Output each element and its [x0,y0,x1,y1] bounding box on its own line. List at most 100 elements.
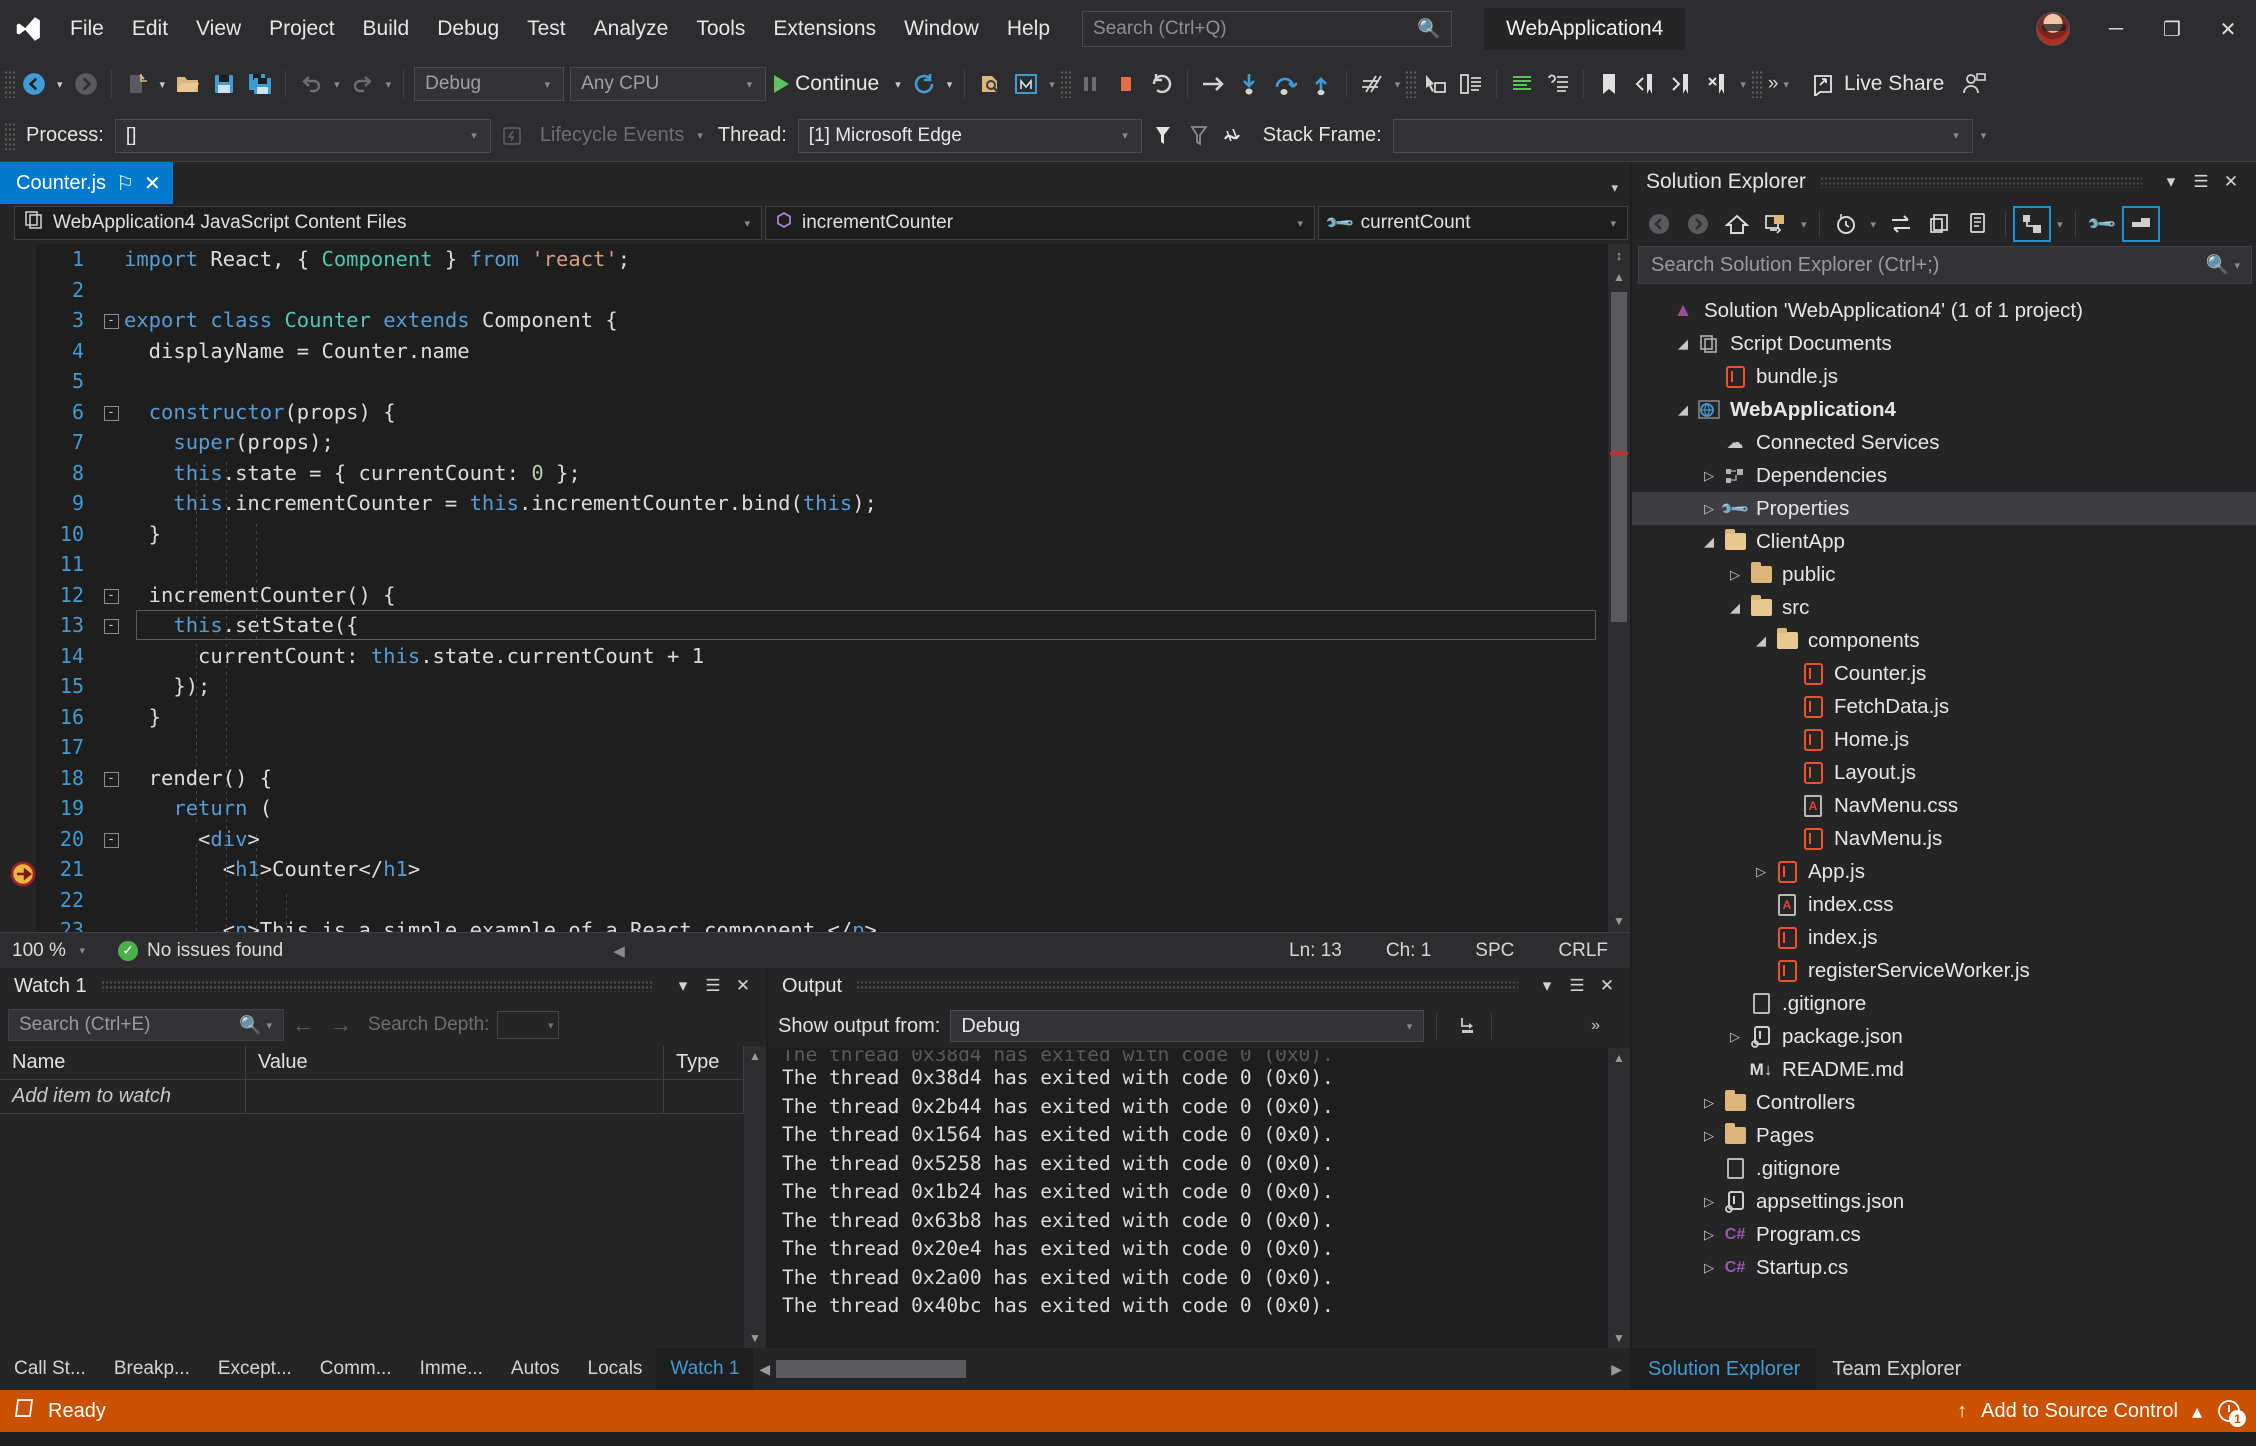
step-into-icon[interactable] [1231,64,1267,104]
tree-item-fetchdata-js[interactable]: FetchData.js [1632,690,2256,723]
user-avatar[interactable] [2036,12,2070,46]
tree-item-connected-services[interactable]: ☁ Connected Services [1632,426,2256,459]
continue-button[interactable]: Continue [769,64,890,104]
tab-locals[interactable]: Locals [574,1348,657,1390]
expander-icon[interactable]: ◢ [1672,336,1694,352]
code-line[interactable]: 9 this.incrementCounter = this.increment… [36,488,1630,519]
solution-configuration-combo[interactable]: Debug ▾ [414,67,565,101]
expander-icon[interactable]: ▷ [1724,1029,1746,1045]
stack-frame-combo[interactable]: ▾ [1392,118,1973,153]
toolbar-grip[interactable] [1750,70,1763,98]
output-horizontal-scrollbar[interactable]: ◀ ▶ [753,1348,1630,1390]
tree-item-app-js[interactable]: ▷ App.js [1632,855,2256,888]
continue-dropdown[interactable]: ▾ [890,78,906,91]
save-all-icon[interactable] [242,64,278,104]
nav-field-combo[interactable]: 🔧 currentCount ▾ [1318,206,1628,240]
expander-icon[interactable]: ▷ [1698,1227,1720,1243]
close-button[interactable]: ✕ [2200,0,2256,58]
scroll-up-arrow[interactable]: ▲ [1608,266,1630,288]
tree-item-startup-cs[interactable]: ▷ C# Startup.cs [1632,1251,2256,1284]
tab-exceptions[interactable]: Except... [204,1348,306,1390]
history-icon[interactable] [1827,206,1865,242]
live-share-button[interactable]: Live Share [1799,72,1956,96]
tree-item-webapplication4[interactable]: ◢ WebApplication4 [1632,393,2256,426]
hash-lines-icon[interactable] [1354,64,1390,104]
expander-icon[interactable]: ◢ [1698,534,1720,550]
tree-item-home-js[interactable]: Home.js [1632,723,2256,756]
code-line[interactable]: 12- incrementCounter() { [36,580,1630,611]
code-line[interactable]: 2 [36,275,1630,306]
tree-item-readme-md[interactable]: M↓ README.md [1632,1053,2256,1086]
menu-analyze[interactable]: Analyze [580,0,683,58]
pin-icon[interactable]: ☰ [2186,172,2216,192]
code-editor[interactable]: 1 import React, { Component } from 'react… [0,244,1630,932]
navigate-back-icon[interactable] [16,64,52,104]
menu-project[interactable]: Project [255,0,348,58]
tree-item-index-js[interactable]: index.js [1632,921,2256,954]
tree-item-package-json[interactable]: ▷ package.json [1632,1020,2256,1053]
menu-edit[interactable]: Edit [118,0,182,58]
menu-debug[interactable]: Debug [423,0,513,58]
menu-window[interactable]: Window [890,0,993,58]
tree-item-appsettings-json[interactable]: ▷ appsettings.json [1632,1185,2256,1218]
column-header-type[interactable]: Type [664,1046,744,1079]
zoom-level-combo[interactable]: 100 % ▾ [0,940,96,962]
bookmark-dropdown[interactable]: ▾ [1735,78,1751,91]
output-source-combo[interactable]: Debug ▾ [950,1010,1425,1042]
code-line[interactable]: 15 }); [36,671,1630,702]
toolbar-grip[interactable] [4,70,16,98]
tree-item-dependencies[interactable]: ▷ Dependencies [1632,459,2256,492]
tree-item-solution-webapplication4-1-of-1-project[interactable]: ▲ Solution 'WebApplication4' (1 of 1 proj… [1632,294,2256,327]
fold-toggle[interactable]: - [98,769,124,787]
close-icon[interactable]: ✕ [144,171,161,196]
expander-icon[interactable]: ◢ [1724,600,1746,616]
table-row[interactable]: Add item to watch [0,1080,744,1114]
tree-item-gitignore[interactable]: .gitignore [1632,987,2256,1020]
pending-changes-dropdown[interactable]: ▾ [1796,218,1812,231]
select-element-icon[interactable] [1417,64,1453,104]
quick-search-box[interactable]: Search (Ctrl+Q) 🔍 [1082,11,1453,47]
uncomment-lines-icon[interactable] [1540,64,1576,104]
tab-immediate-window[interactable]: Imme... [406,1348,497,1390]
chevron-down-icon[interactable]: ▾ [2229,259,2245,272]
comment-lines-icon[interactable] [1504,64,1540,104]
code-line[interactable]: 8 this.state = { currentCount: 0 }; [36,458,1630,489]
tree-item-src[interactable]: ◢ src [1632,591,2256,624]
fold-toggle[interactable]: - [98,586,124,604]
expander-icon[interactable]: ▷ [1698,1095,1720,1111]
pin-icon[interactable]: ☰ [1562,976,1592,996]
back-icon[interactable] [1640,206,1678,242]
save-icon[interactable] [206,64,242,104]
pending-changes-icon[interactable] [1757,206,1795,242]
stop-debugging-icon[interactable] [1108,64,1144,104]
watch-row-name[interactable]: Add item to watch [0,1080,246,1113]
expander-icon[interactable]: ▷ [1698,468,1720,484]
code-line[interactable]: 3- export class Counter extends Component… [36,305,1630,336]
show-all-files-icon[interactable] [2013,206,2052,242]
scroll-left-arrow[interactable]: ◀ [759,1361,770,1378]
output-vertical-scrollbar[interactable]: ▲ ▼ [1608,1048,1630,1348]
drag-handle[interactable] [100,980,654,992]
code-line[interactable]: 17 [36,732,1630,763]
code-text-area[interactable]: 1 import React, { Component } from 'react… [36,244,1630,932]
code-line[interactable]: 21 <h1>Counter</h1> [36,854,1630,885]
code-line[interactable]: 13- this.setState({ [36,610,1630,641]
fold-toggle[interactable]: - [98,830,124,848]
tab-command-window[interactable]: Comm... [306,1348,406,1390]
menu-extensions[interactable]: Extensions [759,0,890,58]
expander-icon[interactable]: ▷ [1750,864,1772,880]
flag-filter-icon[interactable] [1145,116,1181,156]
notifications-button[interactable]: 1 [2216,1398,2246,1427]
tree-item-controllers[interactable]: ▷ Controllers [1632,1086,2256,1119]
history-dropdown[interactable]: ▾ [1866,218,1882,231]
fold-toggle[interactable]: - [98,403,124,421]
expander-icon[interactable]: ▷ [1698,1260,1720,1276]
new-item-icon[interactable] [119,64,155,104]
breakpoint-gutter[interactable] [0,244,36,932]
chevron-down-icon[interactable]: ▾ [1532,976,1562,996]
step-over-icon[interactable] [1267,64,1303,104]
properties-icon[interactable]: 🔧 [2083,206,2121,242]
tree-item-program-cs[interactable]: ▷ C# Program.cs [1632,1218,2256,1251]
tab-autos[interactable]: Autos [497,1348,574,1390]
expander-icon[interactable]: ◢ [1750,633,1772,649]
